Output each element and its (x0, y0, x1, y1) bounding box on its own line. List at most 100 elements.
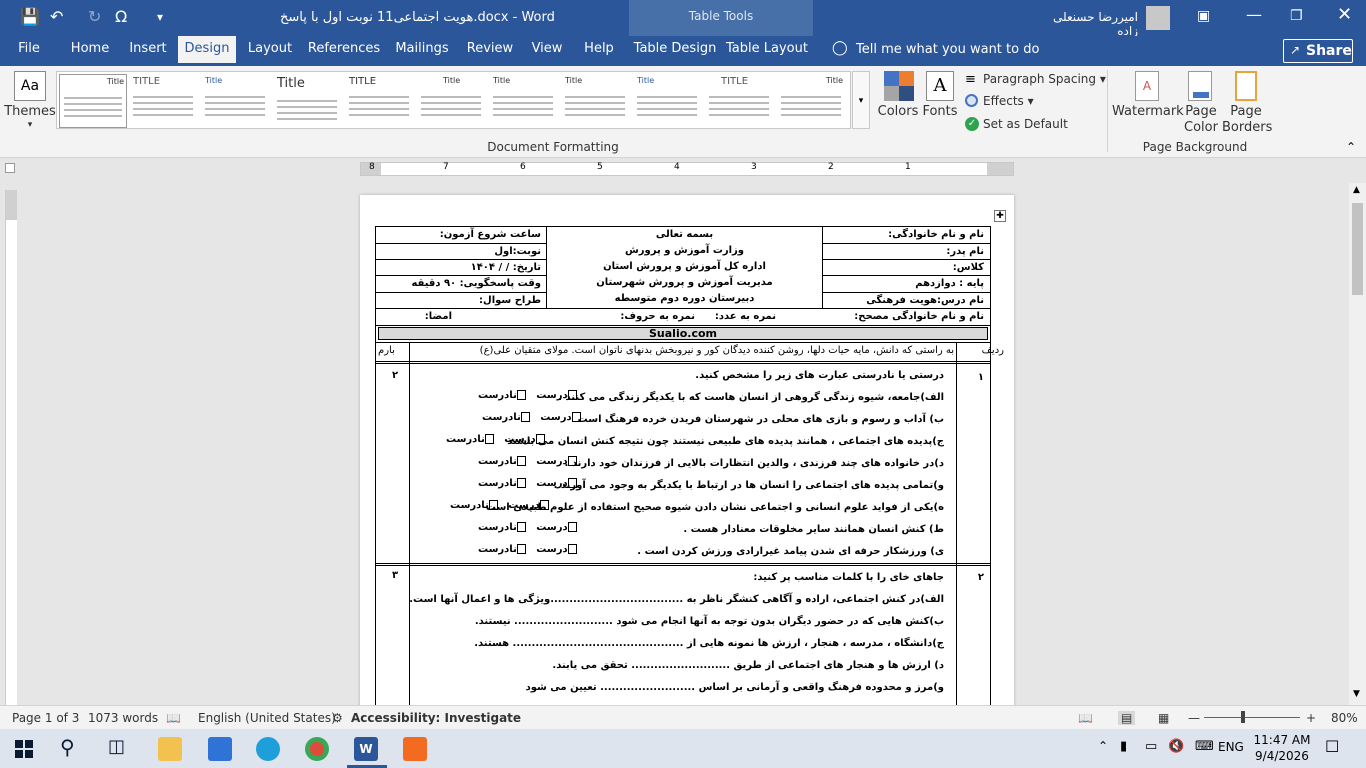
accessibility-icon[interactable]: ⚙ (332, 711, 343, 725)
set-as-default-button[interactable]: Set as Default (983, 117, 1068, 131)
true-checkbox[interactable] (567, 544, 577, 554)
tab-layout[interactable]: Layout (244, 36, 296, 66)
tab-home[interactable]: Home (64, 36, 116, 66)
scroll-down-icon[interactable]: ▼ (1353, 689, 1360, 699)
avatar[interactable] (1146, 6, 1170, 30)
true-checkbox[interactable] (539, 500, 549, 510)
false-checkbox[interactable] (516, 390, 526, 400)
scroll-thumb[interactable] (1352, 203, 1363, 295)
page-borders-icon[interactable] (1235, 71, 1257, 101)
tab-design[interactable]: Design (178, 36, 236, 66)
device-icon[interactable]: ▭ (1145, 739, 1157, 754)
false-checkbox[interactable] (484, 434, 494, 444)
tab-table-design[interactable]: Table Design (632, 36, 718, 66)
true-checkbox[interactable] (535, 434, 545, 444)
true-checkbox[interactable] (567, 390, 577, 400)
symbol-icon[interactable]: Ω (115, 7, 127, 26)
zoom-slider[interactable] (1204, 717, 1300, 718)
true-checkbox[interactable] (567, 522, 577, 532)
file-explorer-icon[interactable] (158, 737, 182, 761)
themes-icon[interactable]: Aa (14, 71, 46, 101)
page-color-icon[interactable] (1188, 71, 1212, 101)
zoom-out-icon[interactable]: — (1188, 711, 1200, 725)
tab-mailings[interactable]: Mailings (392, 36, 452, 66)
chevron-up-icon[interactable]: ⌃ (1098, 739, 1108, 753)
page-color-button[interactable]: Page (1180, 104, 1222, 119)
pinned-app-icon[interactable] (403, 737, 427, 761)
style-set-item[interactable]: TITLE (705, 74, 773, 128)
tab-review[interactable]: Review (464, 36, 516, 66)
page-count[interactable]: Page 1 of 3 (12, 711, 79, 725)
ribbon-display-icon[interactable]: ▣ (1197, 8, 1210, 24)
themes-dropdown-icon[interactable]: ▾ (2, 120, 58, 130)
style-set-item[interactable]: Title (561, 74, 629, 128)
true-checkbox[interactable] (567, 478, 577, 488)
windows-start-icon[interactable] (15, 740, 33, 758)
false-checkbox[interactable] (516, 478, 526, 488)
word-count[interactable]: 1073 words (88, 711, 158, 725)
word-app-icon[interactable]: W (354, 737, 378, 761)
task-view-icon[interactable]: ◫ (108, 736, 125, 757)
vertical-scrollbar[interactable]: ▲ ▼ (1349, 183, 1366, 705)
style-set-item[interactable]: Title (201, 74, 269, 128)
gallery-more-icon[interactable]: ▾ (852, 71, 870, 129)
tab-insert[interactable]: Insert (124, 36, 172, 66)
share-button[interactable]: ↗ Share (1283, 39, 1353, 63)
fonts-icon[interactable]: A (926, 71, 954, 101)
read-mode-icon[interactable]: 📖 (1078, 711, 1093, 725)
language-indicator[interactable]: English (United States) (198, 711, 336, 725)
style-set-item[interactable]: TITLE (345, 74, 413, 128)
false-checkbox[interactable] (516, 544, 526, 554)
redo-icon[interactable]: ↻ (88, 7, 101, 26)
watermark-button[interactable]: Watermark (1112, 104, 1184, 119)
horizontal-ruler[interactable]: 8 7 6 5 4 3 2 1 (360, 162, 1014, 176)
style-set-item[interactable]: Title (489, 74, 557, 128)
notification-icon[interactable]: ☐ (1325, 737, 1339, 756)
clock-time[interactable]: 11:47 AM (1252, 733, 1312, 747)
customize-toolbar-icon[interactable]: ▾ (157, 10, 163, 24)
minimize-icon[interactable]: — (1246, 5, 1262, 24)
chrome-browser-icon[interactable] (305, 737, 329, 761)
tab-help[interactable]: Help (578, 36, 620, 66)
fonts-button[interactable]: Fonts (918, 104, 962, 119)
style-set-item[interactable]: Title (59, 74, 127, 128)
web-layout-icon[interactable]: ▦ (1158, 711, 1169, 725)
style-set-item[interactable]: Title (273, 74, 341, 128)
paragraph-spacing-button[interactable]: Paragraph Spacing ▾ (983, 72, 1106, 86)
false-checkbox[interactable] (488, 500, 498, 510)
proofing-icon[interactable]: 📖 (166, 711, 181, 725)
false-checkbox[interactable] (516, 456, 526, 466)
tab-table-layout[interactable]: Table Layout (726, 36, 808, 66)
style-set-item[interactable]: TITLE (129, 74, 197, 128)
page-borders-button[interactable]: Page (1226, 104, 1266, 119)
false-checkbox[interactable] (520, 412, 530, 422)
network-icon[interactable]: ⌨ (1195, 739, 1214, 754)
collapse-ribbon-icon[interactable]: ⌃ (1346, 140, 1356, 154)
restore-icon[interactable]: ❐ (1290, 8, 1303, 24)
edge-browser-icon[interactable] (256, 737, 280, 761)
zoom-level[interactable]: 80% (1331, 711, 1358, 725)
print-layout-icon[interactable]: ▤ (1118, 711, 1136, 725)
scroll-up-icon[interactable]: ▲ (1353, 185, 1360, 195)
tell-me-search[interactable]: Tell me what you want to do (856, 42, 1039, 57)
style-set-item[interactable]: Title (777, 74, 845, 128)
clock-date[interactable]: 9/4/2026 (1252, 749, 1312, 763)
colors-icon[interactable] (884, 71, 914, 101)
themes-button[interactable]: Themes (2, 104, 58, 119)
close-icon[interactable]: ✕ (1337, 4, 1352, 25)
true-checkbox[interactable] (567, 456, 577, 466)
search-icon[interactable]: ⚲ (60, 735, 75, 759)
zoom-slider-handle[interactable] (1241, 711, 1245, 723)
effects-button[interactable]: Effects ▾ (983, 94, 1034, 108)
document-page[interactable]: ✚ نام و نام خانوادگی: نام پدر: کلاس: پای… (360, 195, 1014, 715)
false-checkbox[interactable] (516, 522, 526, 532)
user-name[interactable]: امیررضا حسنعلی زاده (1030, 10, 1138, 38)
watermark-icon[interactable]: A (1135, 71, 1159, 101)
colors-button[interactable]: Colors (874, 104, 922, 119)
table-move-handle-icon[interactable]: ✚ (994, 210, 1006, 222)
tab-references[interactable]: References (306, 36, 382, 66)
save-icon[interactable]: 💾 (20, 7, 40, 26)
tab-view[interactable]: View (526, 36, 568, 66)
true-checkbox[interactable] (571, 412, 581, 422)
tab-selector[interactable] (5, 163, 15, 173)
